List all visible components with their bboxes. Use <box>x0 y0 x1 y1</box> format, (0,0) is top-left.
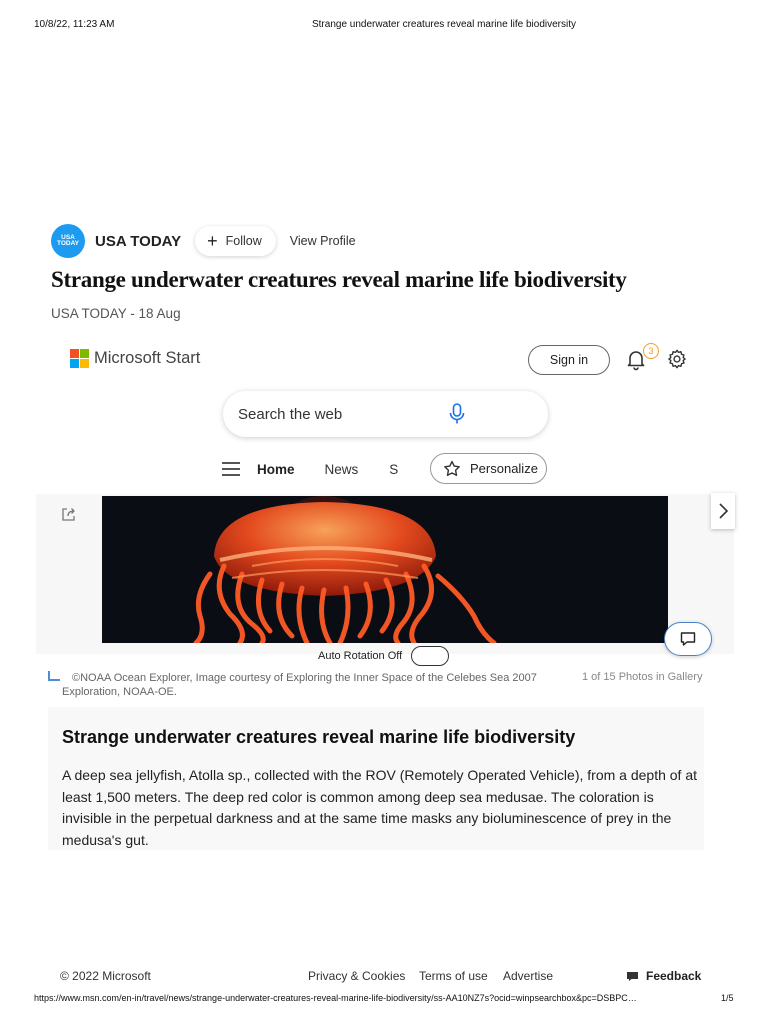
microsoft-start-logo[interactable]: Microsoft Start <box>70 349 200 368</box>
footer-terms-link[interactable]: Terms of use <box>419 969 488 983</box>
gallery-counter: 1 of 15 Photos in Gallery <box>582 671 703 683</box>
photo-credit-continued: Exploration, NOAA-OE. <box>62 686 177 698</box>
auto-rotation-control: Auto Rotation Off <box>318 646 450 666</box>
print-url: https://www.msn.com/en-in/travel/news/st… <box>34 993 637 1003</box>
caption-body: A deep sea jellyfish, Atolla sp., collec… <box>62 767 697 848</box>
print-header: 10/8/22, 11:23 AM Strange underwater cre… <box>0 19 768 33</box>
gear-icon[interactable] <box>666 348 688 370</box>
photo-credit: ©NOAA Ocean Explorer, Image courtesy of … <box>72 672 537 684</box>
feedback-label: Feedback <box>646 969 702 983</box>
sign-in-button[interactable]: Sign in <box>528 345 610 375</box>
feedback-icon <box>627 971 638 981</box>
auto-rotation-toggle[interactable] <box>411 646 450 666</box>
feedback-button[interactable]: Feedback <box>627 969 701 983</box>
search-input[interactable] <box>238 405 438 423</box>
publisher-name[interactable]: USA TODAY <box>95 233 181 250</box>
nav-item-partial[interactable]: S <box>389 462 398 477</box>
publisher-logo-text: USA TODAY <box>56 233 80 247</box>
hamburger-icon[interactable] <box>222 462 240 476</box>
personalize-icon <box>444 460 460 476</box>
follow-button[interactable]: + Follow <box>195 226 276 256</box>
nav-item-home[interactable]: Home <box>257 462 295 477</box>
microsoft-logo-icon <box>70 349 89 368</box>
notification-badge: 3 <box>643 343 659 359</box>
footer-advertise-link[interactable]: Advertise <box>503 969 553 983</box>
article-byline: USA TODAY - 18 Aug <box>51 306 181 321</box>
plus-icon: + <box>207 230 218 251</box>
caption-title: Strange underwater creatures reveal mari… <box>62 727 576 747</box>
comment-button[interactable] <box>664 622 712 656</box>
credit-marker <box>48 671 60 681</box>
next-photo-button[interactable] <box>711 493 735 529</box>
share-icon[interactable] <box>60 505 78 523</box>
footer-copyright: © 2022 Microsoft <box>60 969 151 983</box>
print-title: Strange underwater creatures reveal mari… <box>311 19 576 30</box>
publisher-logo[interactable]: USA TODAY <box>51 224 85 258</box>
jellyfish-image <box>102 496 668 643</box>
gallery-photo[interactable] <box>102 496 668 643</box>
view-profile-link[interactable]: View Profile <box>290 234 356 248</box>
microphone-icon[interactable] <box>447 402 467 426</box>
comment-icon <box>680 632 696 646</box>
nav-item-news[interactable]: News <box>325 462 359 477</box>
print-page-number: 1/5 <box>721 993 734 1003</box>
search-box[interactable] <box>223 391 548 437</box>
follow-label: Follow <box>225 234 262 248</box>
publisher-bar: USA TODAY USA TODAY + Follow View Profil… <box>51 222 356 260</box>
brand-name: Microsoft Start <box>94 349 201 367</box>
personalize-label: Personalize <box>470 461 538 476</box>
article-headline: Strange underwater creatures reveal mari… <box>51 267 627 292</box>
chevron-right-icon <box>719 503 729 519</box>
auto-rotation-label: Auto Rotation Off <box>318 650 403 662</box>
footer-privacy-link[interactable]: Privacy & Cookies <box>308 969 405 983</box>
site-footer: © 2022 Microsoft Privacy & Cookies Terms… <box>0 969 768 985</box>
main-nav: Home News S <box>222 453 398 485</box>
personalize-button[interactable]: Personalize <box>430 453 547 484</box>
